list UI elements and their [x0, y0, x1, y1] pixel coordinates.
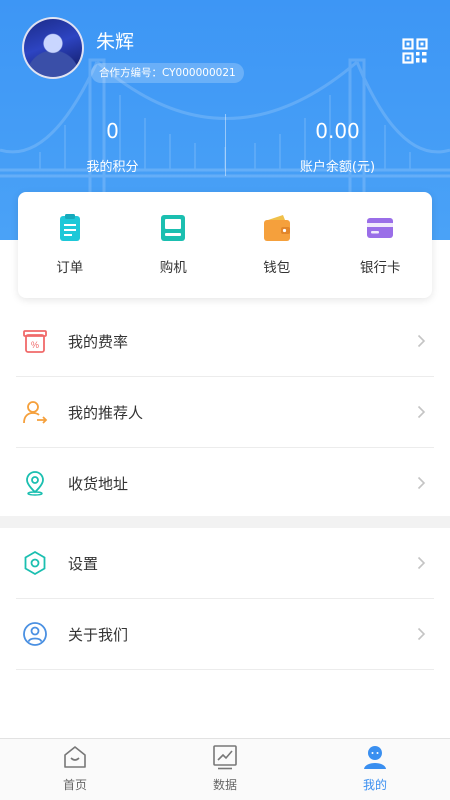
order-button[interactable]: 订单: [18, 192, 122, 298]
svg-text:%: %: [31, 340, 39, 350]
tab-label: 数据: [212, 778, 237, 792]
profile-icon: [364, 746, 386, 769]
user-name: 朱辉: [96, 31, 135, 53]
tab-data[interactable]: 数据: [150, 739, 300, 800]
wallet-button[interactable]: 钱包: [225, 192, 329, 298]
order-icon: [59, 214, 80, 241]
chevron-right-icon: [417, 476, 426, 490]
chevron-right-icon: [417, 627, 426, 641]
tab-home[interactable]: 首页: [0, 739, 150, 800]
tab-label: 我的: [362, 778, 387, 792]
menu-item-label: 我的费率: [68, 332, 129, 351]
menu-item-settings[interactable]: 设置: [16, 528, 434, 599]
balance-value: 0.00: [315, 119, 360, 143]
order-label: 订单: [56, 260, 84, 276]
home-icon: [64, 746, 86, 768]
menu-item-label: 收货地址: [68, 474, 129, 493]
section-divider: [0, 516, 450, 528]
bottom-tab-bar: 首页 数据 我的: [0, 738, 450, 800]
buy-machine-label: 购机: [159, 260, 187, 276]
menu-item-my-referrer[interactable]: 我的推荐人: [16, 377, 434, 448]
location-icon: [26, 471, 44, 496]
chart-icon: [213, 745, 237, 770]
chevron-right-icon: [417, 334, 426, 348]
avatar[interactable]: [22, 17, 84, 79]
tab-label: 首页: [62, 778, 87, 792]
pos-machine-icon: [161, 215, 186, 241]
balance-label: 账户余额(元): [299, 160, 376, 175]
menu-group-app: 设置 关于我们: [0, 528, 450, 670]
partner-id-badge: 合作方编号：CY000000021: [91, 63, 244, 83]
chevron-right-icon: [417, 556, 426, 570]
about-icon: [23, 622, 47, 646]
qr-code-icon[interactable]: [402, 38, 428, 64]
menu-item-about-us[interactable]: 关于我们: [16, 599, 434, 670]
tab-mine[interactable]: 我的: [300, 739, 450, 800]
buy-machine-button[interactable]: 购机: [122, 192, 226, 298]
bank-card-button[interactable]: 银行卡: [329, 192, 433, 298]
quick-actions-card: 订单 购机 钱包 银行卡: [18, 192, 432, 298]
points-stat[interactable]: 0 我的积分: [0, 118, 225, 175]
balance-stat[interactable]: 0.00 账户余额(元): [225, 118, 450, 175]
menu-group-account: % 我的费率 我的推荐人 收货地址: [0, 306, 450, 519]
menu-item-label: 设置: [68, 554, 99, 573]
points-label: 我的积分: [86, 160, 139, 175]
settings-icon: [24, 550, 46, 576]
bank-card-label: 银行卡: [360, 260, 401, 276]
chevron-right-icon: [417, 405, 426, 419]
points-value: 0: [106, 119, 119, 143]
wallet-icon: [263, 215, 290, 241]
menu-item-my-rate[interactable]: % 我的费率: [16, 306, 434, 377]
referrer-icon: [23, 401, 48, 424]
menu-item-label: 我的推荐人: [68, 403, 144, 422]
menu-item-shipping-address[interactable]: 收货地址: [16, 448, 434, 519]
rate-icon: %: [23, 330, 47, 353]
bank-card-icon: [367, 218, 394, 238]
wallet-label: 钱包: [263, 260, 291, 276]
menu-item-label: 关于我们: [68, 625, 129, 644]
